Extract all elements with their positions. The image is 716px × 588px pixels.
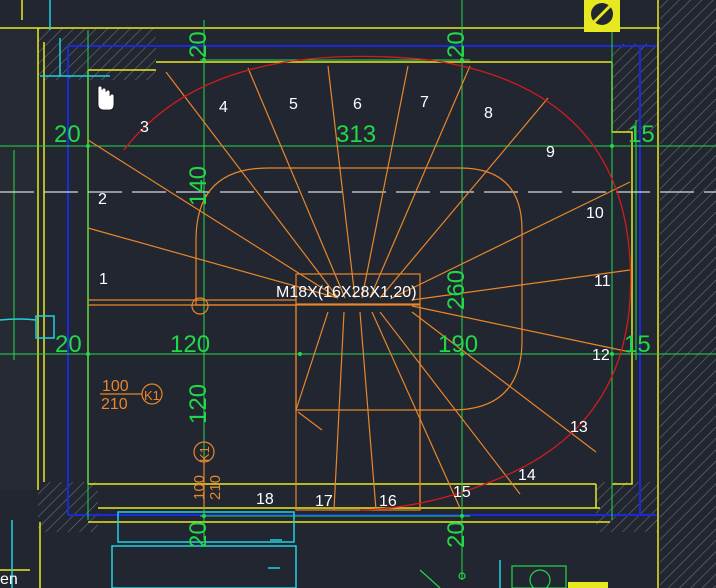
step-numbers: 1 2 3 4 5 6 7 8 9 10 11 12 13 14 15 16 1… [98, 94, 611, 510]
dim-right-top: 15 [628, 121, 655, 148]
fixtures-bottom-right [419, 565, 567, 588]
door-left-tag: K1 [144, 388, 160, 403]
door-left-bottom: 210 [101, 396, 128, 413]
dim-right-mid: 15 [624, 331, 651, 358]
wall-hatch-right [660, 0, 716, 588]
dim-v-top-right: 20 [443, 31, 470, 58]
dim-center-right: 190 [438, 331, 478, 358]
dim-v-left-upper: 140 [185, 166, 212, 206]
dim-v-left-lower: 120 [185, 384, 212, 424]
step-4: 4 [219, 99, 228, 116]
door-bottom-top: 100 [191, 475, 208, 500]
step-17: 17 [315, 493, 333, 510]
step-1: 1 [99, 271, 108, 288]
wall-hatch-top-left [38, 28, 156, 80]
cad-viewport[interactable]: 1 2 3 4 5 6 7 8 9 10 11 12 13 14 15 16 1… [0, 0, 716, 588]
dim-center-left: 120 [170, 331, 210, 358]
step-11: 11 [594, 273, 611, 290]
stair-specification-label: M18X(16X28X1,20) [276, 284, 417, 301]
step-15: 15 [453, 484, 471, 501]
step-6: 6 [353, 96, 362, 113]
edge-text: en [0, 571, 18, 588]
dim-left-mid: 20 [55, 331, 82, 358]
wall-hatch-bottom-right [596, 482, 658, 532]
fixture-yellow-block [568, 582, 608, 588]
step-18: 18 [256, 491, 274, 508]
staircase-plan-drawing: 1 2 3 4 5 6 7 8 9 10 11 12 13 14 15 16 1… [0, 0, 716, 588]
step-13: 13 [570, 419, 588, 436]
step-3: 3 [140, 119, 149, 136]
dim-v-top-left: 20 [185, 31, 212, 58]
dimension-labels: 20 20 120 190 313 15 15 [54, 121, 655, 358]
dim-v-right-center: 260 [443, 270, 470, 310]
dim-v-bottom-right: 20 [443, 521, 470, 548]
step-10: 10 [586, 205, 604, 222]
step-14: 14 [518, 467, 536, 484]
door-bottom-labels: 100 210 K1 [191, 446, 224, 500]
step-2: 2 [98, 191, 107, 208]
door-left-labels: 100 210 K1 [101, 378, 160, 413]
step-8: 8 [484, 105, 493, 122]
step-16: 16 [379, 493, 397, 510]
wall-hatch-top-right [612, 44, 658, 132]
step-9: 9 [546, 144, 555, 161]
door-bottom-tag: K1 [197, 446, 212, 462]
step-7: 7 [420, 94, 429, 111]
door-left-top: 100 [102, 378, 129, 395]
lock-symbol-icon[interactable] [584, 0, 620, 32]
dim-v-bottom-left: 20 [185, 521, 212, 548]
dim-left-top: 20 [54, 121, 81, 148]
step-5: 5 [289, 96, 298, 113]
wall-hatch-left [0, 30, 38, 490]
dim-top-span: 313 [336, 121, 376, 148]
step-12: 12 [592, 347, 610, 364]
hand-cursor-icon [97, 85, 115, 111]
door-bottom-bottom: 210 [207, 475, 224, 500]
